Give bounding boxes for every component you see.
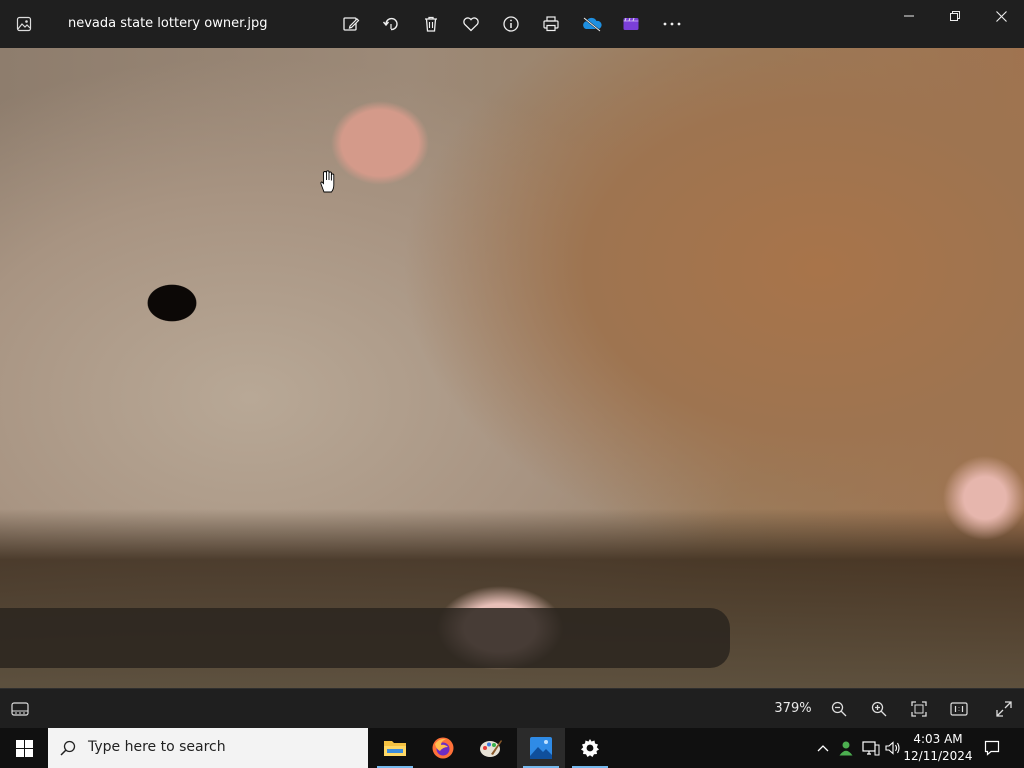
person-icon: [839, 741, 853, 756]
delete-button[interactable]: [415, 8, 447, 40]
clock-date: 12/11/2024: [903, 749, 973, 763]
rotate-icon: [382, 17, 398, 31]
onedrive-icon: [583, 17, 602, 32]
restore-icon: [950, 11, 960, 21]
settings-gear-icon: [581, 739, 599, 757]
window-title: nevada state lottery owner.jpg: [68, 16, 268, 31]
edit-icon: [343, 17, 360, 31]
full-screen-button[interactable]: [992, 697, 1016, 721]
restore-button[interactable]: [932, 0, 978, 32]
firefox-icon: [432, 737, 454, 759]
taskbar-paint[interactable]: [467, 728, 515, 768]
show-hidden-icons-button[interactable]: [814, 728, 832, 768]
taskbar-file-explorer[interactable]: [371, 728, 419, 768]
photos-icon: [530, 737, 552, 759]
info-icon: [503, 16, 519, 32]
filmstrip-icon: [11, 702, 29, 716]
video-editor-button[interactable]: [615, 8, 647, 40]
zoom-out-icon: [831, 701, 847, 717]
zoom-in-icon: [871, 701, 887, 717]
taskbar-settings[interactable]: [566, 728, 614, 768]
print-icon: [543, 16, 559, 32]
info-button[interactable]: [495, 8, 527, 40]
hand-cursor-icon: [318, 170, 336, 198]
taskbar-firefox[interactable]: [419, 728, 467, 768]
zoom-in-button[interactable]: [867, 697, 891, 721]
actual-size-button[interactable]: [947, 697, 971, 721]
filmstrip-button[interactable]: [8, 697, 32, 721]
actual-size-icon: [950, 702, 968, 716]
full-screen-icon: [996, 701, 1012, 717]
fit-to-window-icon: [911, 701, 927, 717]
taskbar-search-box[interactable]: Type here to search: [48, 728, 368, 768]
file-explorer-icon: [384, 741, 406, 756]
notification-icon: [984, 740, 1000, 756]
tray-network[interactable]: [860, 728, 882, 768]
chevron-up-icon: [817, 745, 829, 752]
more-icon: [663, 22, 681, 26]
close-button[interactable]: [978, 0, 1024, 32]
clock-time: 4:03 AM: [913, 732, 963, 746]
taskbar: Type here to search 4:03 AM 12/11/2024: [0, 728, 1024, 768]
photo-ground-shadow: [0, 608, 730, 668]
onedrive-button[interactable]: [576, 8, 608, 40]
network-icon: [862, 741, 880, 756]
start-button[interactable]: [0, 728, 48, 768]
paint-icon: [480, 740, 502, 757]
zoom-level: 379%: [774, 701, 812, 716]
video-editor-icon: [623, 17, 639, 30]
more-button[interactable]: [656, 8, 688, 40]
notification-center-button[interactable]: [978, 728, 1006, 768]
clock[interactable]: 4:03 AM 12/11/2024: [902, 731, 974, 765]
title-bar: nevada state lottery owner.jpg: [0, 0, 1024, 48]
image-canvas[interactable]: [0, 48, 1024, 688]
close-icon: [995, 10, 1007, 22]
volume-icon: [885, 741, 900, 755]
bottom-toolbar: 379%: [0, 688, 1024, 729]
delete-icon: [425, 16, 437, 32]
zoom-out-button[interactable]: [827, 697, 851, 721]
favorite-icon: [463, 17, 479, 32]
edit-button[interactable]: [335, 8, 367, 40]
fit-to-window-button[interactable]: [907, 697, 931, 721]
windows-logo-icon: [15, 739, 33, 757]
minimize-button[interactable]: [886, 0, 932, 32]
tray-volume[interactable]: [883, 728, 903, 768]
tray-people[interactable]: [836, 728, 856, 768]
photos-app-icon[interactable]: [0, 0, 48, 48]
taskbar-photos[interactable]: [517, 728, 565, 768]
minimize-icon: [904, 15, 914, 17]
favorite-button[interactable]: [455, 8, 487, 40]
search-placeholder: Type here to search: [88, 739, 226, 755]
print-button[interactable]: [535, 8, 567, 40]
rotate-button[interactable]: [375, 8, 407, 40]
search-icon: [60, 740, 76, 756]
